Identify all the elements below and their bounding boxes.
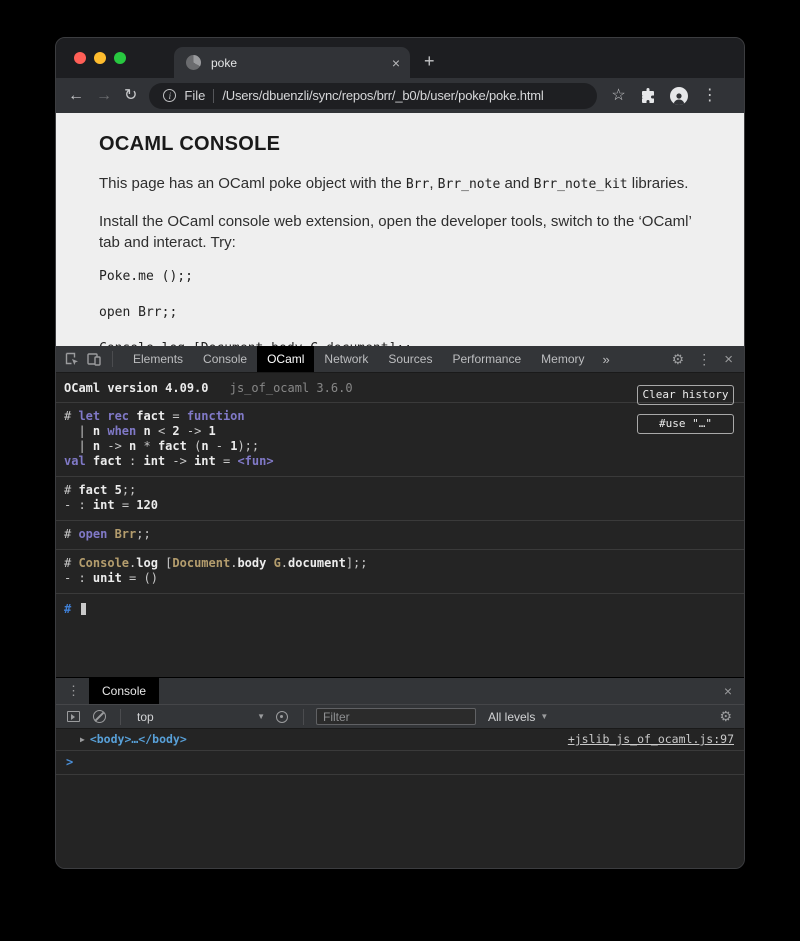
example-code-line: Poke.me ();;	[99, 269, 704, 284]
toolbar-divider	[303, 709, 304, 725]
tab-elements[interactable]: Elements	[123, 346, 193, 372]
devtools-menu-dots-icon[interactable]: ⋮	[697, 352, 711, 366]
console-prompt-icon: >	[66, 755, 73, 769]
devtools-tabs: Elements Console OCaml Network Sources P…	[123, 346, 618, 372]
toolbar-divider	[112, 351, 113, 367]
address-bar[interactable]: i File /Users/dbuenzli/sync/repos/brr/_b…	[149, 83, 597, 109]
ocaml-buttons: Clear history #use "…"	[637, 385, 734, 434]
jsoo-version: js_of_ocaml 3.6.0	[230, 381, 353, 395]
ocaml-panel: OCaml version 4.09.0 js_of_ocaml 3.6.0 #…	[56, 373, 744, 677]
navbar-right: ☆ ⋮	[611, 87, 717, 105]
chevron-down-icon: ▼	[257, 712, 265, 721]
tab-performance[interactable]: Performance	[442, 346, 531, 372]
ocaml-input-line[interactable]: #	[56, 594, 744, 625]
bookmark-star-icon[interactable]: ☆	[611, 88, 625, 104]
devtools-toolbar-left	[56, 351, 123, 367]
reload-icon[interactable]: ↻	[124, 88, 137, 104]
tab-favicon-icon	[186, 55, 201, 70]
console-message-row[interactable]: ▶ <body>…</body> +jslib_js_of_ocaml.js:9…	[56, 729, 744, 751]
example-code-line: open Brr;;	[99, 305, 704, 320]
browser-tab[interactable]: poke ×	[174, 47, 410, 78]
console-messages: ▶ <body>…</body> +jslib_js_of_ocaml.js:9…	[56, 729, 744, 868]
expand-triangle-icon[interactable]: ▶	[80, 735, 85, 744]
more-tabs-icon[interactable]: »	[595, 346, 618, 372]
log-levels-label: All levels	[488, 710, 535, 724]
browser-titlebar: poke × +	[56, 38, 744, 78]
ocaml-block: # open Brr;;	[56, 521, 744, 550]
code-line: | n -> n * fact (n - 1);;	[64, 439, 736, 454]
address-url[interactable]: /Users/dbuenzli/sync/repos/brr/_b0/b/use…	[222, 88, 543, 103]
console-input-row[interactable]: >	[56, 751, 744, 775]
device-toolbar-icon[interactable]	[86, 351, 102, 367]
tab-sources[interactable]: Sources	[378, 346, 442, 372]
drawer-toolbar: top ▼ All levels ▼ ⚙	[56, 704, 744, 729]
address-divider	[213, 89, 214, 103]
drawer-menu-dots-icon[interactable]: ⋮	[56, 678, 89, 704]
code-line: # Console.log [Document.body G.document]…	[64, 556, 736, 571]
traffic-lights	[56, 38, 144, 78]
profile-avatar[interactable]	[670, 87, 688, 105]
browser-menu-dots-icon[interactable]: ⋮	[702, 88, 718, 104]
intro-paragraph: This page has an OCaml poke object with …	[99, 173, 704, 195]
ocaml-prompt: #	[64, 602, 78, 616]
logged-element[interactable]: <body>…</body>	[90, 732, 187, 746]
forward-icon[interactable]: →	[96, 88, 112, 104]
web-page-content: OCAML CONSOLE This page has an OCaml pok…	[56, 113, 744, 346]
console-sidebar-icon[interactable]	[64, 708, 82, 726]
tab-close-icon[interactable]: ×	[392, 56, 400, 70]
tab-title: poke	[211, 56, 392, 70]
new-tab-button[interactable]: +	[424, 51, 435, 72]
chevron-down-icon: ▼	[540, 712, 548, 721]
tab-memory[interactable]: Memory	[531, 346, 594, 372]
drawer-close-icon[interactable]: ×	[724, 678, 744, 704]
console-drawer: ⋮ Console × top ▼ All levels ▼ ⚙ ▶ <b	[56, 677, 744, 868]
tab-ocaml[interactable]: OCaml	[257, 346, 314, 372]
code-line: - : int = 120	[64, 498, 736, 513]
extensions-puzzle-icon[interactable]	[640, 88, 656, 104]
code-line: val fact : int -> int = <fun>	[64, 454, 736, 469]
devtools-close-icon[interactable]: ×	[724, 352, 733, 367]
devtools-toolbar-right: ⚙ ⋮ ×	[672, 352, 744, 367]
tab-network[interactable]: Network	[314, 346, 378, 372]
code-line: # open Brr;;	[64, 527, 736, 542]
live-expression-eye-icon[interactable]	[273, 708, 291, 726]
devtools-toolbar: Elements Console OCaml Network Sources P…	[56, 346, 744, 373]
tab-console[interactable]: Console	[193, 346, 257, 372]
ocaml-version: OCaml version 4.09.0	[64, 381, 209, 395]
page-info-icon[interactable]: i	[163, 89, 176, 102]
back-icon[interactable]: ←	[68, 88, 84, 104]
ocaml-block: # fact 5;;- : int = 120	[56, 477, 744, 521]
use-file-button[interactable]: #use "…"	[637, 414, 734, 434]
context-selector[interactable]: top ▼	[133, 710, 265, 724]
browser-window: poke × + ← → ↻ i File /Users/dbuenzli/sy…	[55, 37, 745, 869]
inspect-element-icon[interactable]	[64, 351, 80, 367]
code-line: # let rec fact = function	[64, 409, 736, 424]
page-title: OCAML CONSOLE	[99, 133, 704, 156]
minimize-window-button[interactable]	[94, 52, 106, 64]
filter-input[interactable]	[316, 708, 476, 725]
context-label: top	[137, 710, 154, 724]
install-paragraph: Install the OCaml console web extension,…	[99, 211, 704, 253]
clear-console-icon[interactable]	[90, 708, 108, 726]
log-levels-selector[interactable]: All levels ▼	[488, 710, 548, 724]
code-line: # fact 5;;	[64, 483, 736, 498]
code-line: | n when n < 2 -> 1	[64, 424, 736, 439]
drawer-tabrow: ⋮ Console ×	[56, 678, 744, 704]
ocaml-block: # Console.log [Document.body G.document]…	[56, 550, 744, 594]
toolbar-divider	[120, 709, 121, 725]
clear-history-button[interactable]: Clear history	[637, 385, 734, 405]
browser-navbar: ← → ↻ i File /Users/dbuenzli/sync/repos/…	[56, 78, 744, 113]
settings-gear-icon[interactable]: ⚙	[672, 352, 685, 366]
address-scheme: File	[184, 88, 205, 103]
maximize-window-button[interactable]	[114, 52, 126, 64]
code-line: - : unit = ()	[64, 571, 736, 586]
text-cursor	[81, 603, 86, 615]
drawer-tab-console[interactable]: Console	[89, 678, 159, 704]
close-window-button[interactable]	[74, 52, 86, 64]
console-settings-gear-icon[interactable]: ⚙	[719, 708, 736, 725]
message-source-link[interactable]: +jslib_js_of_ocaml.js:97	[568, 732, 734, 746]
